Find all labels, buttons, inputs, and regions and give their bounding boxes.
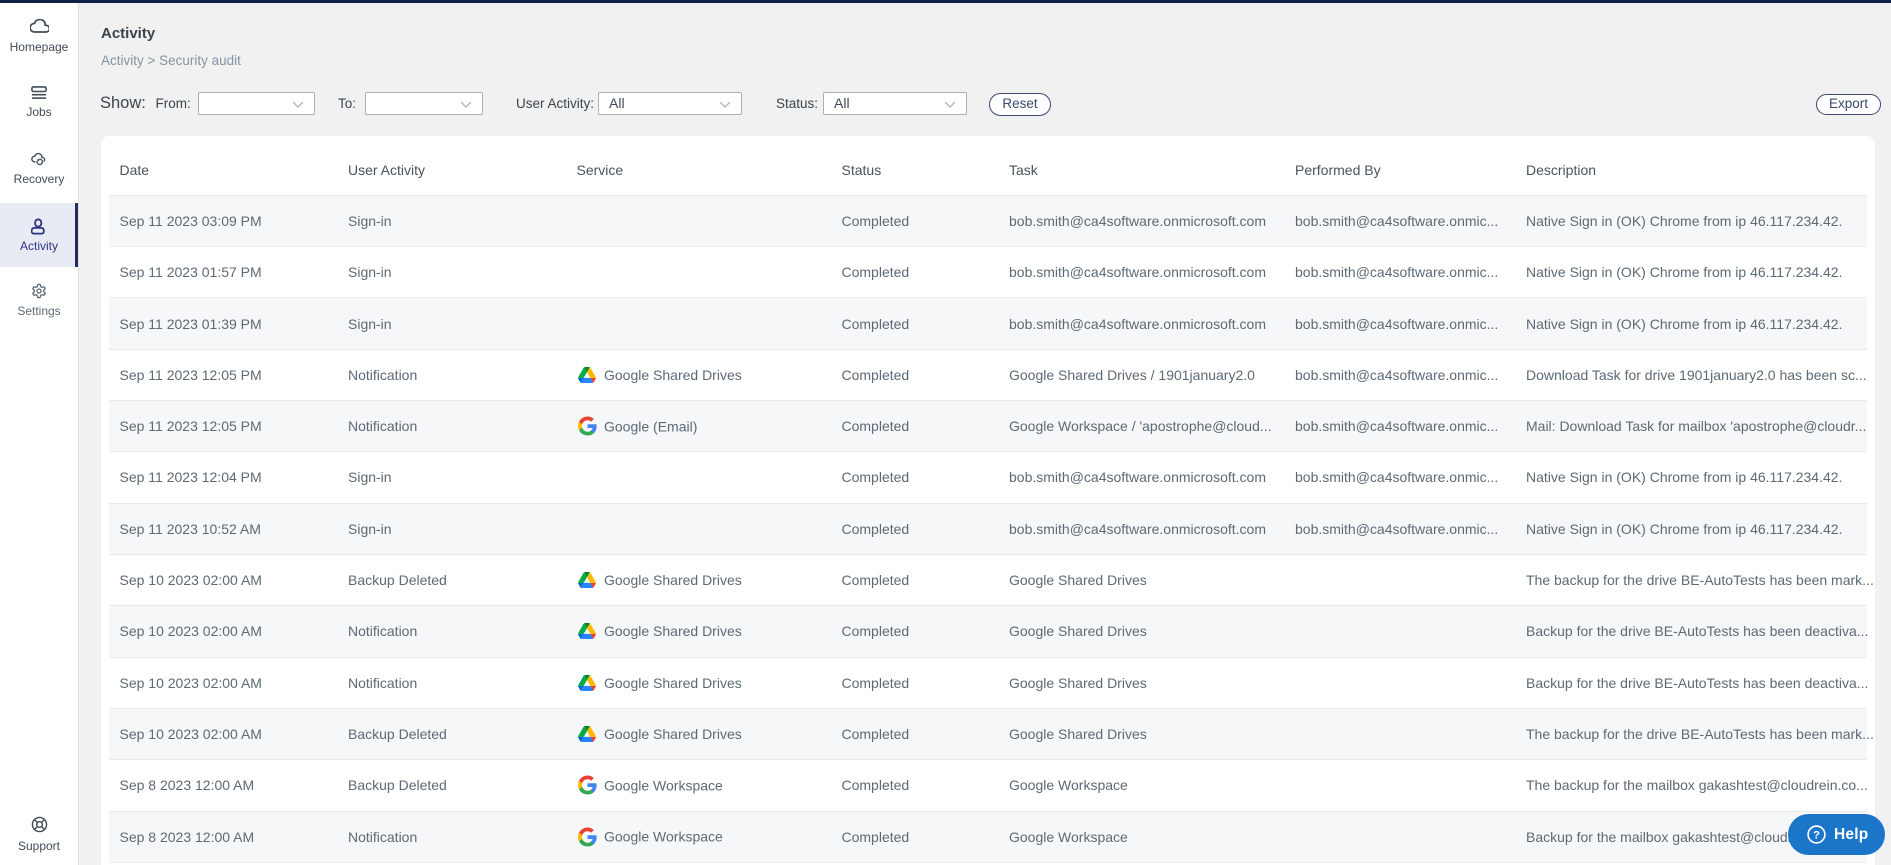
svg-text:?: ? (1813, 829, 1820, 841)
